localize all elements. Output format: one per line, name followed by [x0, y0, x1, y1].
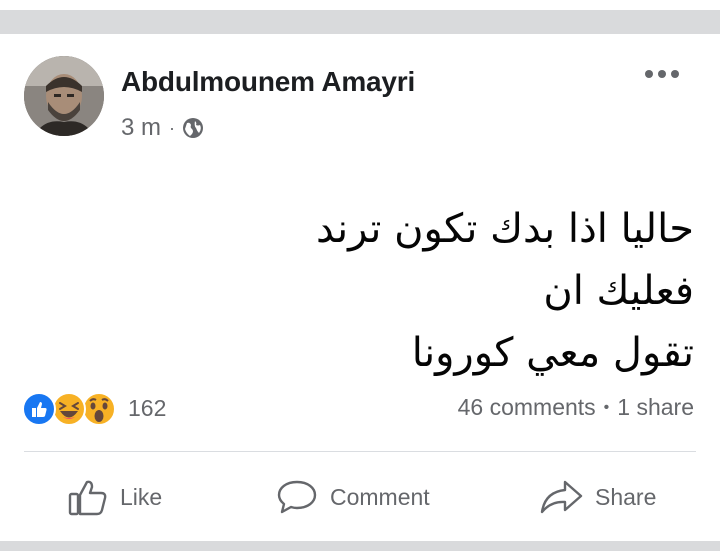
- wow-icon: [82, 392, 116, 426]
- globe-icon[interactable]: [182, 117, 204, 139]
- comment-label: Comment: [330, 483, 430, 510]
- post-card: Abdulmounem Amayri 3 m · حاليا اذا بدك ت…: [0, 0, 720, 551]
- post-text: حاليا اذا بدك تكون ترند فعليك ان تقول مع…: [220, 198, 694, 384]
- comment-button[interactable]: Comment: [276, 472, 430, 522]
- post-text-line-2: تقول معي كورونا: [411, 330, 694, 376]
- feed-separator-top: [0, 0, 720, 36]
- like-button[interactable]: Like: [68, 472, 162, 522]
- haha-icon: [52, 392, 86, 426]
- reactions-summary[interactable]: 162: [22, 390, 166, 426]
- author-avatar[interactable]: [24, 56, 104, 136]
- author-name[interactable]: Abdulmounem Amayri: [121, 66, 415, 98]
- feed-separator-bottom: [0, 541, 720, 551]
- like-icon: [22, 392, 56, 426]
- shares-count[interactable]: 1 share: [617, 394, 694, 421]
- share-arrow-icon: [540, 480, 583, 514]
- post-meta: 3 m ·: [121, 114, 204, 142]
- post-time[interactable]: 3 m: [121, 114, 161, 142]
- more-dots-icon: [645, 70, 679, 78]
- avatar-photo: [24, 56, 104, 136]
- comments-count[interactable]: 46 comments: [458, 394, 596, 421]
- more-options-button[interactable]: [640, 62, 684, 86]
- engagement-counts: 46 comments • 1 share: [458, 394, 694, 421]
- like-label: Like: [120, 483, 163, 510]
- reaction-icons: [22, 390, 122, 426]
- action-divider: [24, 451, 696, 452]
- counts-separator: •: [603, 398, 610, 416]
- comment-bubble-icon: [277, 480, 317, 514]
- meta-separator: ·: [169, 117, 176, 138]
- share-label: Share: [595, 483, 657, 510]
- reaction-count: 162: [128, 394, 167, 421]
- share-button[interactable]: Share: [539, 472, 656, 522]
- post-text-line-1: حاليا اذا بدك تكون ترند فعليك ان: [316, 206, 694, 314]
- thumbs-up-icon: [68, 480, 107, 516]
